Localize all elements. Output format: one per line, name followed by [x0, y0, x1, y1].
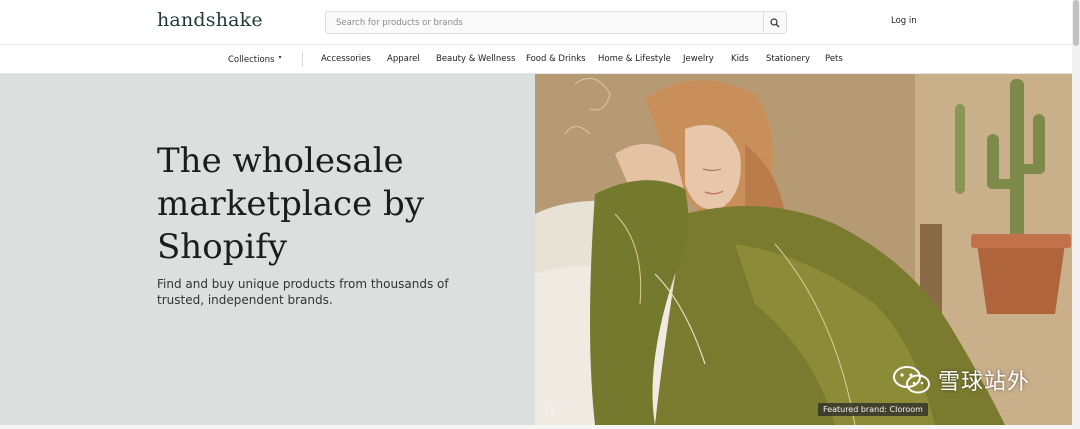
handshake-logo[interactable]: handshake: [157, 9, 263, 31]
nav-item-kids[interactable]: Kids: [731, 54, 749, 64]
wechat-icon: [893, 366, 930, 394]
nav-item-accessories[interactable]: Accessories: [321, 54, 371, 64]
nav-divider: [302, 52, 303, 67]
scrollbar[interactable]: [1072, 0, 1080, 429]
hero-title: The wholesale marketplace by Shopify: [157, 141, 425, 267]
nav-item-jewelry[interactable]: Jewelry: [683, 54, 714, 64]
watermark: 雪球站外: [892, 364, 1030, 396]
nav-item-apparel[interactable]: Apparel: [387, 54, 420, 64]
nav-item-pets[interactable]: Pets: [825, 54, 843, 64]
nav-item-food-drinks[interactable]: Food & Drinks: [526, 54, 586, 64]
login-link[interactable]: Log in: [891, 16, 917, 26]
nav-item-stationery[interactable]: Stationery: [766, 54, 810, 64]
pause-button[interactable]: [545, 404, 557, 418]
nav-item-beauty-wellness[interactable]: Beauty & Wellness: [436, 54, 515, 64]
category-nav: Collections ▾ Accessories Apparel Beauty …: [0, 45, 1072, 74]
hero-text-panel: The wholesale marketplace by Shopify Fin…: [0, 74, 535, 425]
nav-item-home-lifestyle[interactable]: Home & Lifestyle: [598, 54, 671, 64]
search-icon: [770, 17, 780, 27]
hero-image: 雪球站外 Featured brand: Cloroom: [535, 74, 1072, 425]
nav-collections[interactable]: Collections ▾: [228, 54, 282, 65]
chevron-down-icon: ▾: [278, 54, 282, 61]
pause-icon: [546, 404, 548, 416]
search-button[interactable]: [763, 12, 786, 33]
pause-icon-bar: [551, 404, 553, 416]
featured-brand-caption[interactable]: Featured brand: Cloroom: [818, 403, 928, 416]
top-header: handshake Log in: [0, 0, 1072, 45]
scrollbar-thumb[interactable]: [1073, 0, 1079, 46]
search-input[interactable]: [326, 12, 762, 33]
hero-subtitle: Find and buy unique products from thousa…: [157, 277, 449, 307]
page-bottom-edge: [0, 425, 1072, 429]
nav-collections-label: Collections: [228, 55, 275, 65]
watermark-text: 雪球站外: [938, 370, 1031, 395]
search-bar: [325, 11, 787, 34]
